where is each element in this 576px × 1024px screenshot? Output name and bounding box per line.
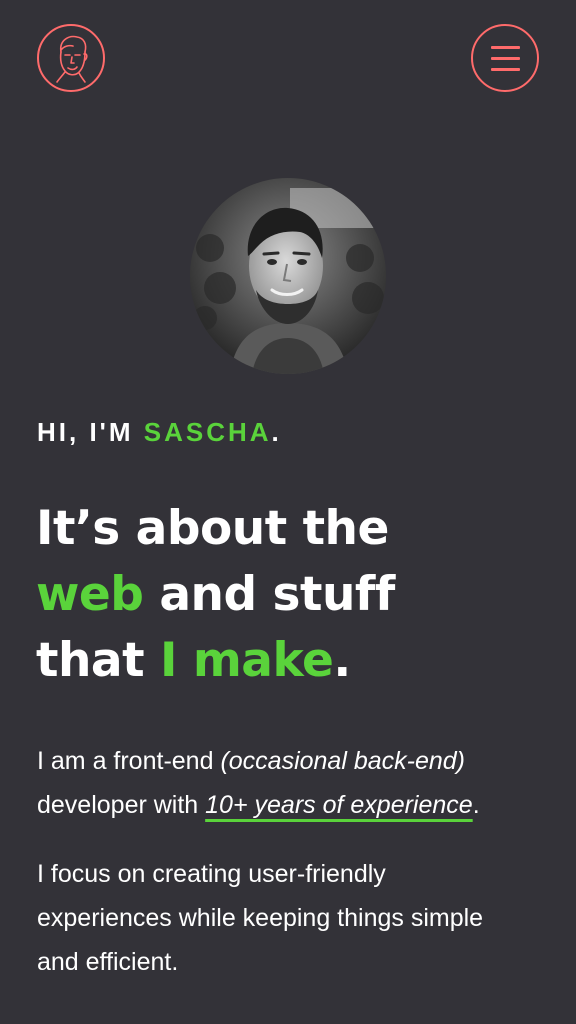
hamburger-menu-icon xyxy=(491,46,520,49)
profile-avatar xyxy=(190,178,386,374)
intro-line-2-end: . xyxy=(472,791,480,819)
headline-line-2-rest: and stuff xyxy=(143,567,395,622)
logo-link[interactable] xyxy=(37,24,105,92)
headline-line-3: that I make. xyxy=(36,628,395,694)
headline-highlight-make: I make xyxy=(159,633,334,688)
focus-paragraph: I focus on creating user-friendly experi… xyxy=(37,852,483,984)
headline-highlight-web: web xyxy=(36,567,144,622)
headline-line-1: It’s about the xyxy=(36,501,389,556)
focus-line-1: I focus on creating user-friendly xyxy=(37,860,386,888)
intro-line-2-plain: developer with xyxy=(37,791,206,819)
page-title: It’s about the web and stuff that I make… xyxy=(36,496,395,694)
intro-line-1: I am a front-end (occasional back-end) xyxy=(37,739,480,783)
intro-line-1-plain: I am a front-end xyxy=(37,747,221,775)
greeting-suffix: . xyxy=(271,417,282,447)
hamburger-menu-icon xyxy=(491,68,520,71)
face-doodle-icon xyxy=(56,35,88,83)
headline-line-2: web and stuff xyxy=(36,562,395,628)
menu-button[interactable] xyxy=(471,24,539,92)
greeting: HI, I'M SASCHA. xyxy=(37,416,282,448)
headline-line-3-plain: that xyxy=(36,633,160,688)
intro-line-1-italic: (occasional back-end) xyxy=(220,747,466,775)
headline-line-3-end: . xyxy=(333,633,351,688)
focus-line-2: experiences while keeping things simple xyxy=(37,904,484,932)
experience-link[interactable]: 10+ years of experience xyxy=(205,791,473,819)
profile-photo xyxy=(190,178,386,374)
intro-paragraph: I am a front-end (occasional back-end) d… xyxy=(37,739,480,827)
hamburger-menu-icon xyxy=(491,57,520,60)
intro-line-2: developer with 10+ years of experience. xyxy=(37,783,480,827)
greeting-name: SASCHA xyxy=(143,417,272,447)
greeting-prefix: HI, I'M xyxy=(37,417,144,447)
focus-line-3: and efficient. xyxy=(37,948,179,976)
